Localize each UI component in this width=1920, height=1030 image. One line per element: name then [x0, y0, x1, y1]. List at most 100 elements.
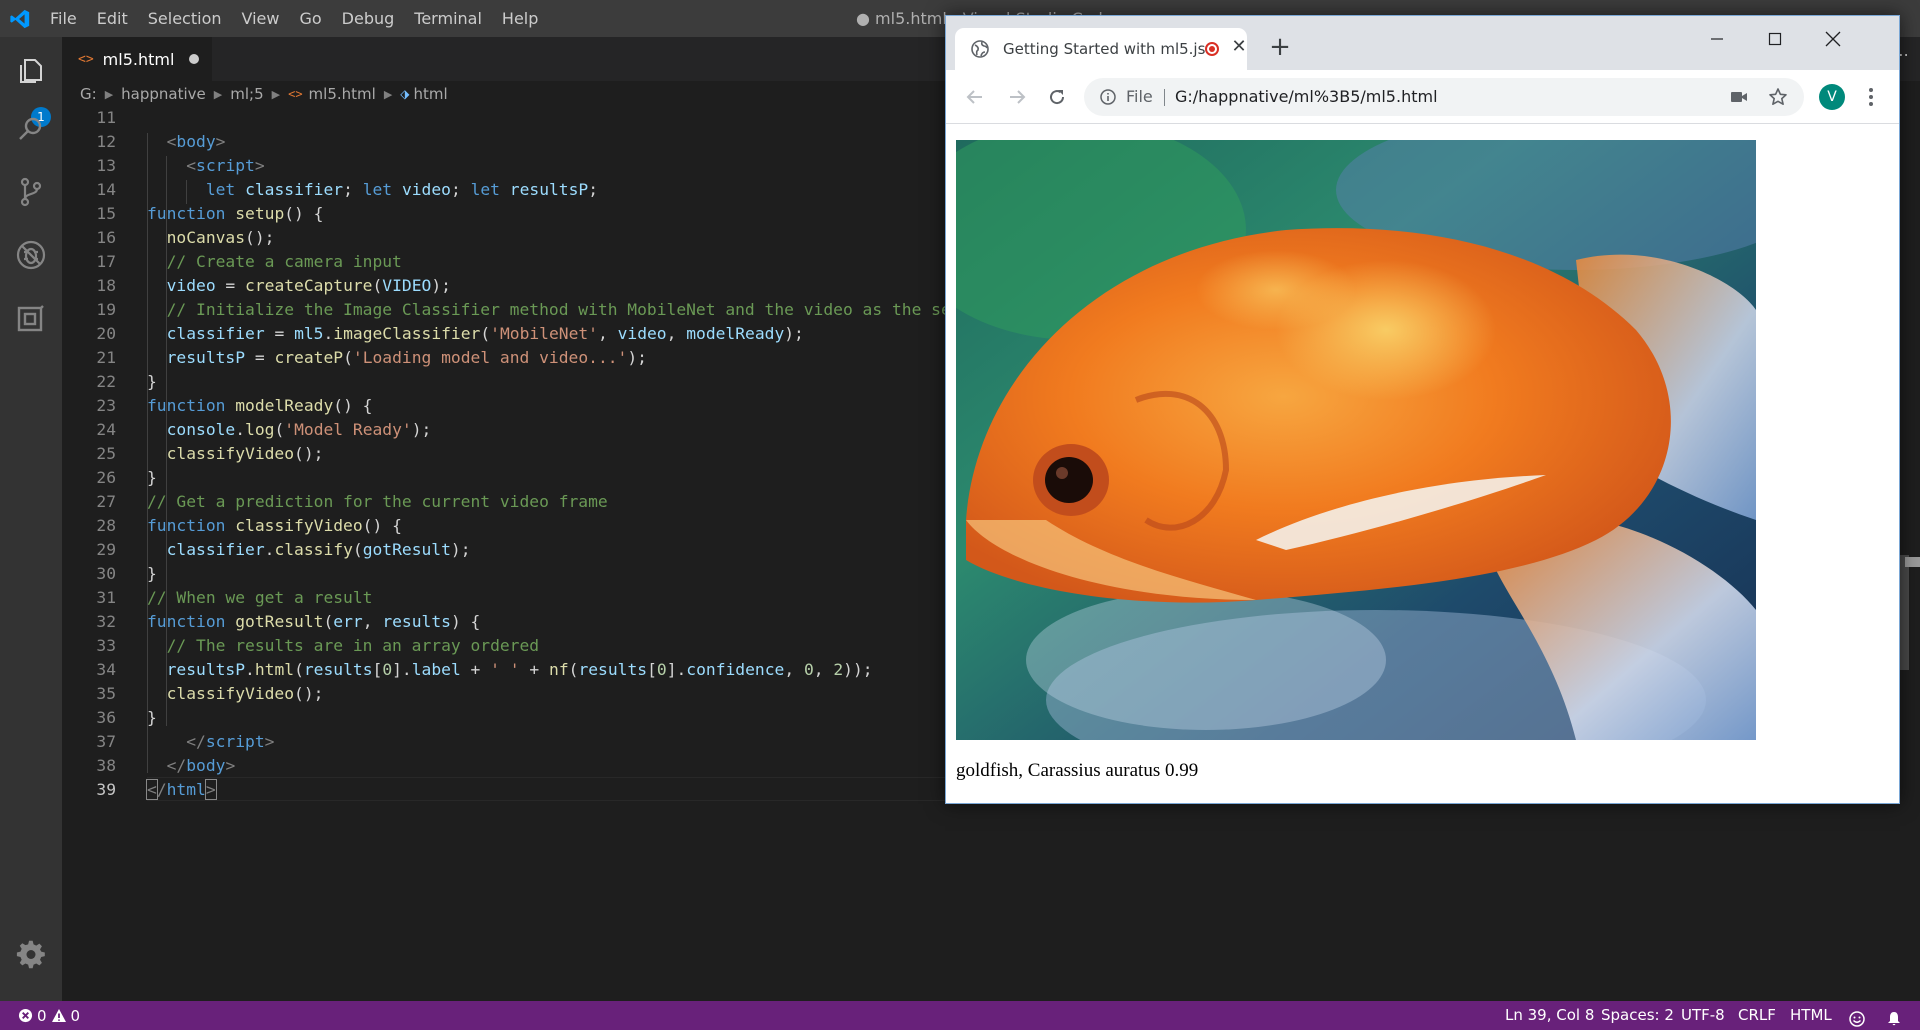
line-ending[interactable]: CRLF — [1738, 1001, 1776, 1030]
source-control-icon[interactable] — [11, 172, 51, 212]
code-line: 32 function gotResult(err, results) { — [96, 612, 481, 631]
camera-icon[interactable] — [1730, 89, 1748, 109]
omnibox-divider — [1164, 89, 1165, 106]
reload-icon[interactable] — [1042, 82, 1072, 112]
globe-icon — [970, 39, 990, 63]
menu-go[interactable]: Go — [289, 0, 331, 37]
kebab-menu-icon[interactable] — [1861, 84, 1881, 110]
back-icon[interactable] — [960, 82, 990, 112]
code-line: 36} — [96, 708, 157, 727]
code-line: 11 — [96, 108, 116, 127]
menu-help[interactable]: Help — [492, 0, 548, 37]
smiley-icon[interactable] — [1849, 1008, 1865, 1027]
problems-indicator[interactable]: 0 0 — [18, 1001, 80, 1030]
code-line: 35 classifyVideo(); — [96, 684, 324, 703]
classification-result: goldfish, Carassius auratus 0.99 — [956, 760, 1199, 781]
tab-ml5-html[interactable]: <> ml5.html — [62, 37, 212, 81]
cursor-position[interactable]: Ln 39, Col 8 — [1505, 1001, 1594, 1030]
encoding[interactable]: UTF-8 — [1681, 1001, 1725, 1030]
code-line: 31// When we get a result — [96, 588, 373, 607]
star-icon[interactable] — [1768, 87, 1788, 111]
code-line: 13 <script> — [96, 156, 265, 175]
forward-icon[interactable] — [1002, 82, 1032, 112]
code-line: 34 resultsP.html(results[0].label + ' ' … — [96, 660, 873, 679]
info-icon[interactable] — [1100, 89, 1116, 109]
chevron-right-icon: ▶ — [271, 87, 281, 101]
close-tab-icon[interactable]: ✕ — [1229, 37, 1249, 57]
warning-count: 0 — [70, 1006, 81, 1025]
chrome-window: Getting Started with ml5.js ✕ + File G:/… — [945, 15, 1900, 804]
code-line: 30} — [96, 564, 157, 583]
code-line: 33 // The results are in an array ordere… — [96, 636, 540, 655]
breadcrumb-element[interactable]: html — [414, 85, 448, 103]
close-window-icon[interactable] — [1810, 24, 1856, 54]
breadcrumb-drive[interactable]: G: — [80, 85, 97, 103]
breadcrumb-folder-ml5[interactable]: ml;5 — [230, 85, 263, 103]
breadcrumb: G: ▶ happnative ▶ ml;5 ▶ <> ml5.html ▶ ⬗… — [62, 81, 942, 107]
chevron-right-icon: ▶ — [104, 87, 114, 101]
code-editor[interactable]: 11 12 <body> 13 <script> 14 let classifi… — [62, 108, 947, 1001]
code-line: 24 console.log('Model Ready'); — [96, 420, 432, 439]
error-count: 0 — [37, 1006, 47, 1025]
html-file-icon: <> — [78, 51, 94, 67]
scheme-label: File — [1126, 87, 1153, 106]
code-line: 19 // Initialize the Image Classifier me… — [96, 300, 947, 319]
debug-icon[interactable] — [11, 235, 51, 275]
breadcrumb-folder-happnative[interactable]: happnative — [121, 85, 206, 103]
code-line: 12 <body> — [96, 132, 226, 151]
language-mode[interactable]: HTML — [1790, 1001, 1832, 1030]
chevron-right-icon: ▶ — [383, 87, 393, 101]
code-line: 39 </html> — [96, 779, 217, 800]
unsaved-dot-icon[interactable] — [189, 54, 199, 64]
code-line: 14 let classifier; let video; let result… — [96, 180, 599, 199]
warning-icon — [51, 1009, 66, 1022]
status-bar: 0 0 Ln 39, Col 8 Spaces: 2 UTF-8 CRLF HT… — [0, 1001, 1920, 1030]
new-tab-plus-icon[interactable]: + — [1268, 34, 1292, 60]
code-line: 25 classifyVideo(); — [96, 444, 324, 463]
record-icon — [1205, 42, 1219, 56]
url-text[interactable]: G:/happnative/ml%3B5/ml5.html — [1175, 78, 1438, 116]
overview-ruler-marker — [1905, 557, 1920, 567]
code-line: 27// Get a prediction for the current vi… — [96, 492, 608, 511]
maximize-icon[interactable] — [1752, 24, 1798, 54]
code-line: 29 classifier.classify(gotResult); — [96, 540, 471, 559]
webcam-video-goldfish — [956, 140, 1756, 740]
menu-view[interactable]: View — [232, 0, 290, 37]
menu-file[interactable]: File — [40, 0, 87, 37]
menu-selection[interactable]: Selection — [138, 0, 232, 37]
code-line: 17 // Create a camera input — [96, 252, 402, 271]
code-line: 15 function setup() { — [96, 204, 324, 223]
chrome-toolbar: File G:/happnative/ml%3B5/ml5.html V — [946, 70, 1899, 124]
code-line: 26} — [96, 468, 157, 487]
menu-edit[interactable]: Edit — [87, 0, 138, 37]
explorer-icon[interactable] — [11, 51, 51, 91]
indentation[interactable]: Spaces: 2 — [1601, 1001, 1674, 1030]
element-icon: ⬗ — [400, 87, 410, 101]
page-content: goldfish, Carassius auratus 0.99 — [946, 124, 1899, 803]
chevron-right-icon: ▶ — [213, 87, 223, 101]
address-bar[interactable]: File G:/happnative/ml%3B5/ml5.html — [1084, 78, 1804, 116]
breadcrumb-file[interactable]: ml5.html — [309, 85, 376, 103]
code-line: 18 video = createCapture(VIDEO); — [96, 276, 451, 295]
tab-label: ml5.html — [102, 49, 175, 69]
code-line: 38 </body> — [96, 756, 236, 775]
profile-avatar[interactable]: V — [1819, 84, 1845, 110]
activity-bar: 1 — [0, 37, 62, 1001]
chrome-tab-strip: Getting Started with ml5.js ✕ + — [946, 16, 1899, 70]
code-line: 22} — [96, 372, 157, 391]
extensions-icon[interactable] — [11, 298, 51, 338]
menu-bar: File Edit Selection View Go Debug Termin… — [40, 0, 548, 37]
gear-icon[interactable] — [11, 934, 51, 974]
minimize-icon[interactable] — [1694, 24, 1740, 54]
chrome-tab-ml5[interactable]: Getting Started with ml5.js ✕ — [955, 28, 1247, 70]
search-icon[interactable] — [11, 109, 51, 149]
code-line: 20 classifier = ml5.imageClassifier('Mob… — [96, 324, 804, 343]
bell-icon[interactable] — [1886, 1008, 1902, 1026]
error-icon — [18, 1008, 33, 1023]
code-line: 28 function classifyVideo() { — [96, 516, 402, 535]
menu-terminal[interactable]: Terminal — [404, 0, 492, 37]
code-line: 37 </script> — [96, 732, 275, 751]
menu-debug[interactable]: Debug — [332, 0, 405, 37]
code-line: 16 noCanvas(); — [96, 228, 275, 247]
code-line: 21 resultsP = createP('Loading model and… — [96, 348, 647, 367]
